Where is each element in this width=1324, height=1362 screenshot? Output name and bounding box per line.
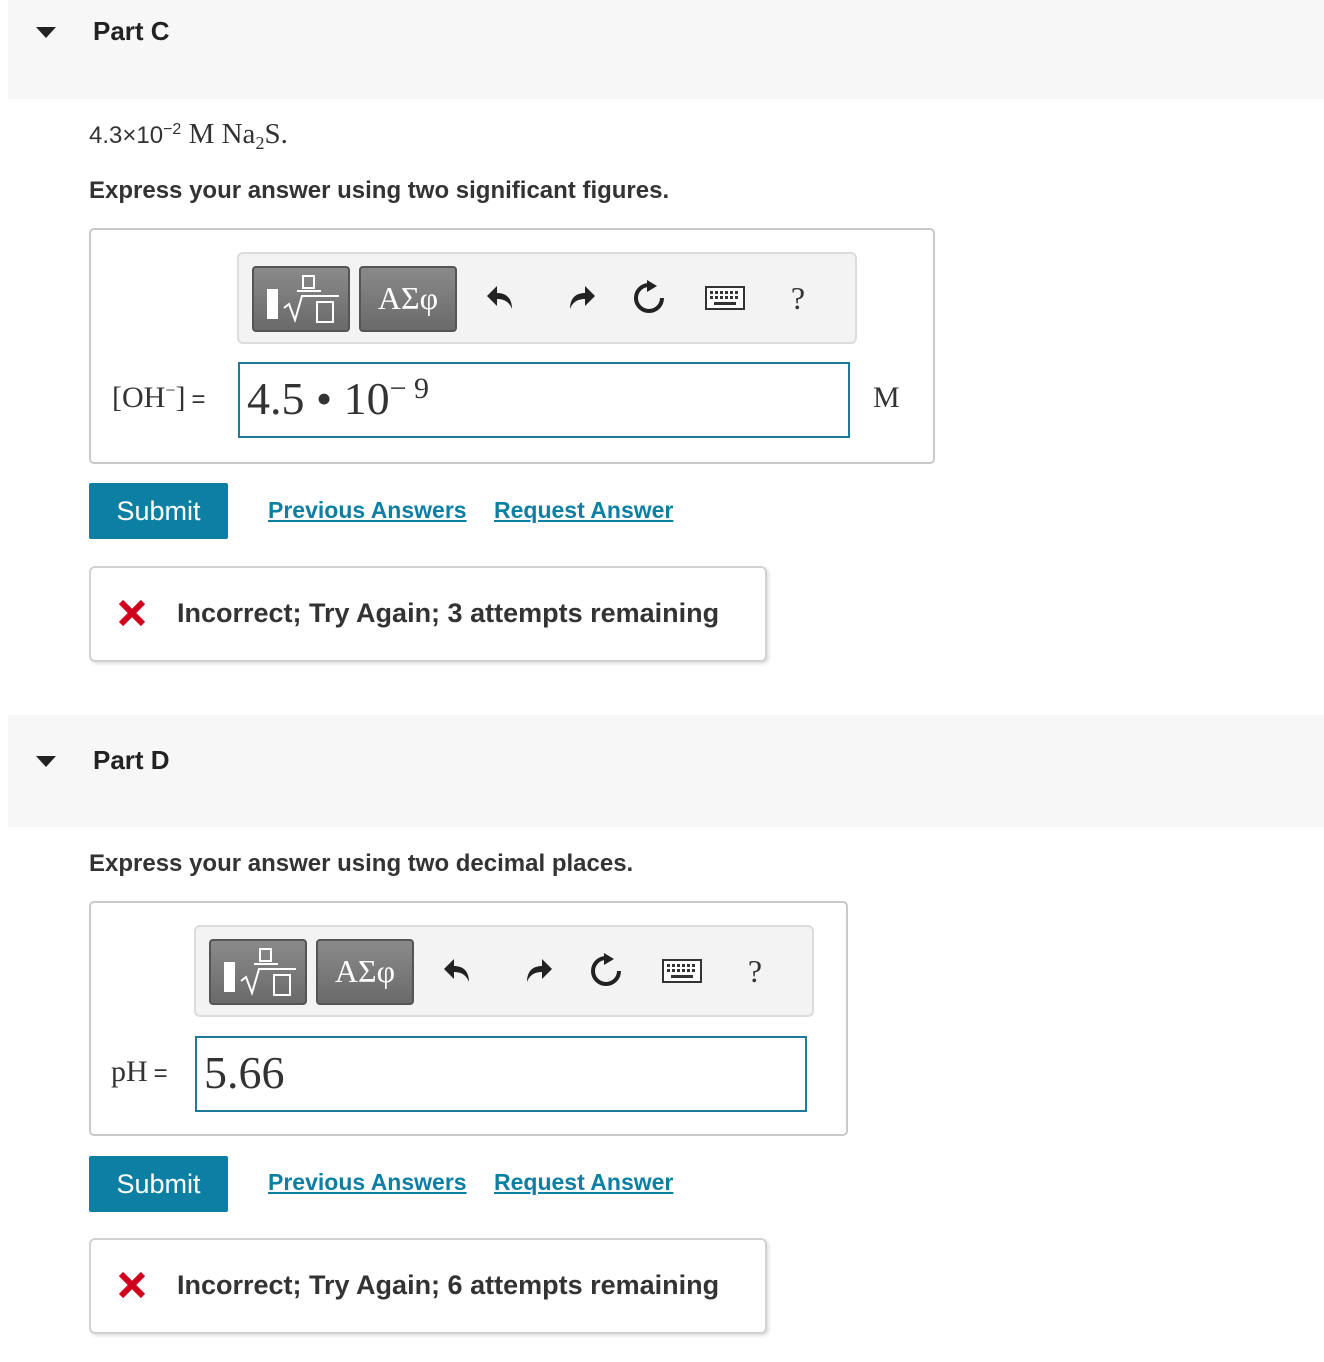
keyboard-icon[interactable] xyxy=(705,274,745,322)
unit-label: M xyxy=(873,381,900,414)
greek-letters-button[interactable]: ΑΣφ xyxy=(316,939,414,1005)
oh-answer-input[interactable]: 4.5 • 10− 9 xyxy=(238,362,850,438)
red-x-icon xyxy=(118,1271,146,1299)
part-c-prompt: Express your answer using two significan… xyxy=(89,177,670,204)
reset-icon[interactable] xyxy=(629,274,669,322)
templates-button[interactable] xyxy=(252,266,350,332)
part-c-header[interactable]: Part C xyxy=(8,0,1324,99)
red-x-icon xyxy=(118,599,146,627)
part-c-request-answer-link[interactable]: Request Answer xyxy=(494,497,673,524)
ph-answer-input[interactable]: 5.66 xyxy=(195,1036,807,1112)
answer-exponent: − 9 xyxy=(389,372,430,405)
part-c-toolbar: ΑΣφ ? xyxy=(237,252,857,344)
undo-icon[interactable] xyxy=(482,274,522,322)
ph-label: pH = xyxy=(111,1055,168,1088)
part-c-answer-box: ΑΣφ ? [OH−] = 4.5 • 10− 9 M xyxy=(89,228,935,464)
question-unit: M Na xyxy=(181,118,256,150)
triangle-down-icon[interactable] xyxy=(36,27,56,38)
keyboard-icon[interactable] xyxy=(662,947,702,995)
question-icon: ? xyxy=(790,279,806,316)
redo-icon[interactable] xyxy=(517,947,557,995)
fraction-root-icon xyxy=(267,275,339,324)
part-d-toolbar: ΑΣφ ? xyxy=(194,925,814,1017)
question-coefficient: 4.3×10 xyxy=(89,122,164,149)
reset-icon[interactable] xyxy=(586,947,626,995)
part-d-previous-answers-link[interactable]: Previous Answers xyxy=(268,1169,467,1196)
fraction-root-icon xyxy=(224,948,296,997)
question-icon: ? xyxy=(747,952,763,989)
triangle-down-icon[interactable] xyxy=(36,756,56,767)
part-c-question: 4.3×10−2 M Na2S. xyxy=(89,118,288,154)
feedback-text: Incorrect; Try Again; 3 attempts remaini… xyxy=(177,598,720,628)
redo-icon[interactable] xyxy=(560,274,600,322)
feedback-text: Incorrect; Try Again; 6 attempts remaini… xyxy=(177,1270,720,1300)
answer-value: 5.66 xyxy=(204,1047,285,1098)
question-exponent: −2 xyxy=(163,121,182,138)
part-d-request-answer-link[interactable]: Request Answer xyxy=(494,1169,673,1196)
greek-label: ΑΣφ xyxy=(334,953,396,989)
part-d-title: Part D xyxy=(93,745,170,775)
answer-mantissa: 4.5 • 10 xyxy=(247,373,390,424)
part-c-previous-answers-link[interactable]: Previous Answers xyxy=(268,497,467,524)
help-button[interactable]: ? xyxy=(735,947,775,995)
oh-label: [OH−] = xyxy=(112,380,206,414)
part-d-prompt: Express your answer using two decimal pl… xyxy=(89,850,634,877)
part-c-title: Part C xyxy=(93,16,170,46)
greek-label: ΑΣφ xyxy=(377,280,439,316)
part-d-submit-button[interactable]: Submit xyxy=(89,1156,228,1212)
question-compound: S. xyxy=(264,118,288,150)
undo-icon[interactable] xyxy=(439,947,479,995)
part-c-feedback: Incorrect; Try Again; 3 attempts remaini… xyxy=(89,566,767,662)
part-d-answer-box: ΑΣφ ? pH = 5.66 xyxy=(89,901,848,1136)
greek-letters-button[interactable]: ΑΣφ xyxy=(359,266,457,332)
part-c-submit-button[interactable]: Submit xyxy=(89,483,228,539)
part-d-feedback: Incorrect; Try Again; 6 attempts remaini… xyxy=(89,1238,767,1334)
part-d-header[interactable]: Part D xyxy=(8,715,1324,827)
help-button[interactable]: ? xyxy=(778,274,818,322)
templates-button[interactable] xyxy=(209,939,307,1005)
